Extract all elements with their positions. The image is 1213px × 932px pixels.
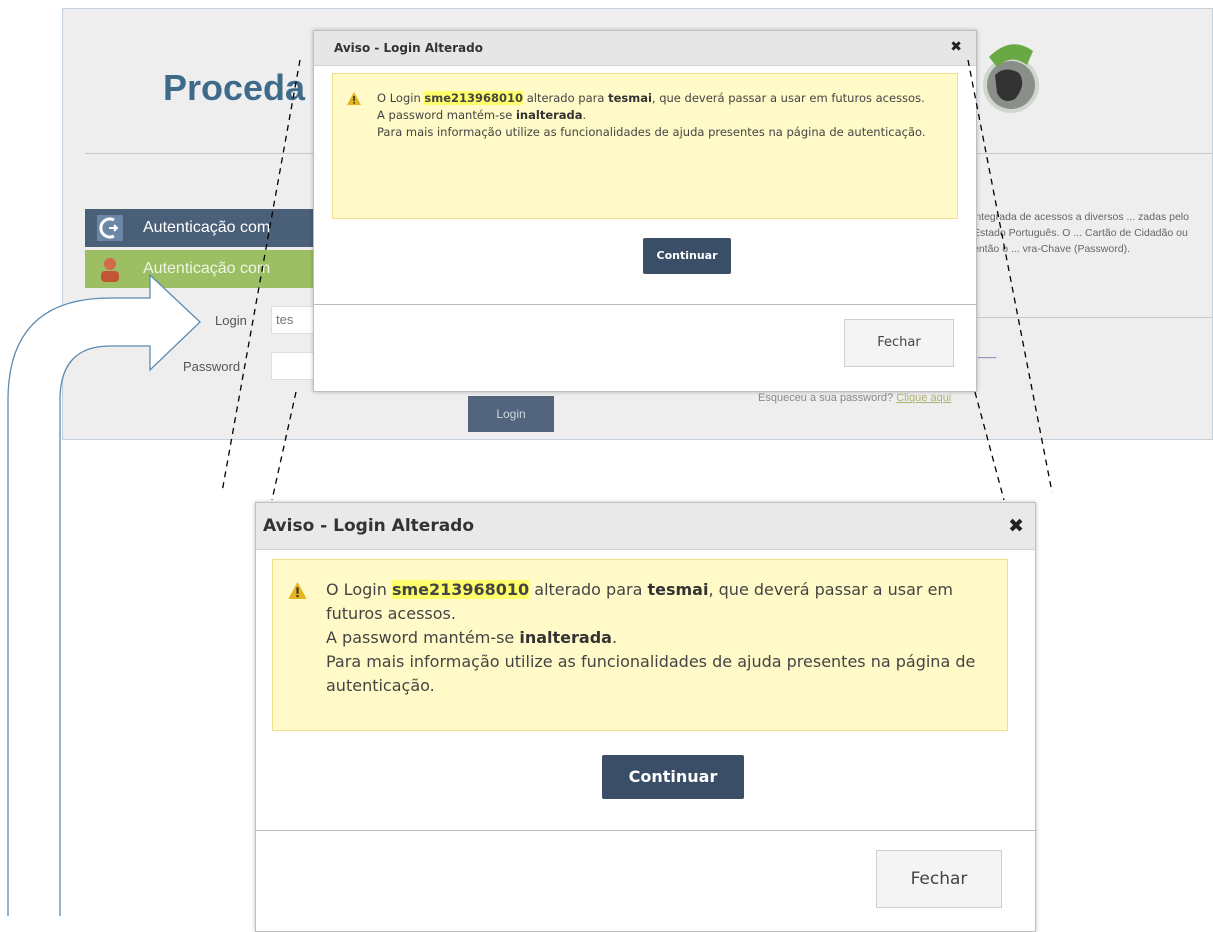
forgot-text: Esqueceu a sua password?	[758, 392, 894, 404]
login-button[interactable]: Login	[468, 396, 554, 432]
globe-logo-icon	[983, 44, 1039, 113]
message-text-2: alterado para	[529, 580, 648, 599]
new-login: tesmai	[647, 580, 709, 599]
message-password-prefix: A password mantém-se	[377, 108, 516, 122]
forgot-password: Esqueceu a sua password? Clique aqui	[758, 392, 951, 404]
dialog-title: Aviso - Login Alterado	[263, 516, 475, 536]
login-changed-dialog-zoom: Aviso - Login Alterado ✖ O Login sme2139…	[255, 502, 1036, 932]
close-icon[interactable]: ✖	[1008, 515, 1024, 537]
login-changed-dialog: Aviso - Login Alterado ✖ O Login sme2139…	[313, 30, 977, 392]
page-title: Proceda	[163, 67, 306, 108]
message-text-1: O Login	[326, 580, 392, 599]
close-button[interactable]: Fechar	[844, 319, 954, 367]
divider	[963, 317, 1212, 318]
dialog-title: Aviso - Login Alterado	[334, 41, 483, 55]
message-password-bold: inalterada	[515, 108, 583, 122]
message-password-prefix: A password mantém-se	[326, 628, 520, 647]
message-help: Para mais informação utilize as funciona…	[377, 125, 926, 139]
message-password-suffix: .	[582, 108, 587, 122]
user-icon	[101, 258, 119, 282]
card-reader-icon	[97, 215, 123, 241]
auth-cc-label: Autenticação com	[143, 219, 271, 236]
forgot-link[interactable]: Clique aqui	[896, 392, 951, 404]
login-input[interactable]: tes	[271, 306, 317, 334]
side-link[interactable]: ___	[978, 347, 996, 359]
continue-button[interactable]: Continuar	[602, 755, 744, 799]
auth-password-label: Autenticação com	[143, 260, 271, 277]
dialog-header: Aviso - Login Alterado ✖	[256, 503, 1035, 550]
warning-message: O Login sme213968010 alterado para tesma…	[332, 73, 958, 219]
message-text-3: , que deverá passar a usar em futuros ac…	[651, 91, 925, 105]
continue-button[interactable]: Continuar	[643, 238, 731, 274]
message-help: Para mais informação utilize as funciona…	[326, 652, 976, 695]
dialog-header: Aviso - Login Alterado ✖	[314, 31, 976, 66]
divider	[256, 830, 1035, 831]
auth-password-button[interactable]: Autenticação com	[85, 250, 315, 288]
warning-icon	[288, 582, 307, 599]
password-input[interactable]	[271, 352, 317, 380]
close-icon[interactable]: ✖	[950, 39, 962, 55]
message-password-bold: inalterada	[519, 628, 612, 647]
password-label: Password	[183, 359, 241, 374]
divider	[314, 304, 976, 305]
message-password-suffix: .	[611, 628, 618, 647]
new-login: tesmai	[608, 91, 652, 105]
warning-message: O Login sme213968010 alterado para tesma…	[272, 559, 1008, 731]
message-text-1: O Login	[377, 91, 425, 105]
info-text: integrada de acessos a diversos ... zada…	[973, 211, 1189, 255]
old-login: sme213968010	[391, 580, 530, 599]
login-label: Login	[215, 313, 247, 328]
warning-icon	[347, 92, 361, 105]
old-login: sme213968010	[424, 91, 524, 105]
auth-cc-button[interactable]: Autenticação com	[85, 209, 315, 247]
close-button[interactable]: Fechar	[876, 850, 1002, 908]
message-text-2: alterado para	[523, 91, 609, 105]
